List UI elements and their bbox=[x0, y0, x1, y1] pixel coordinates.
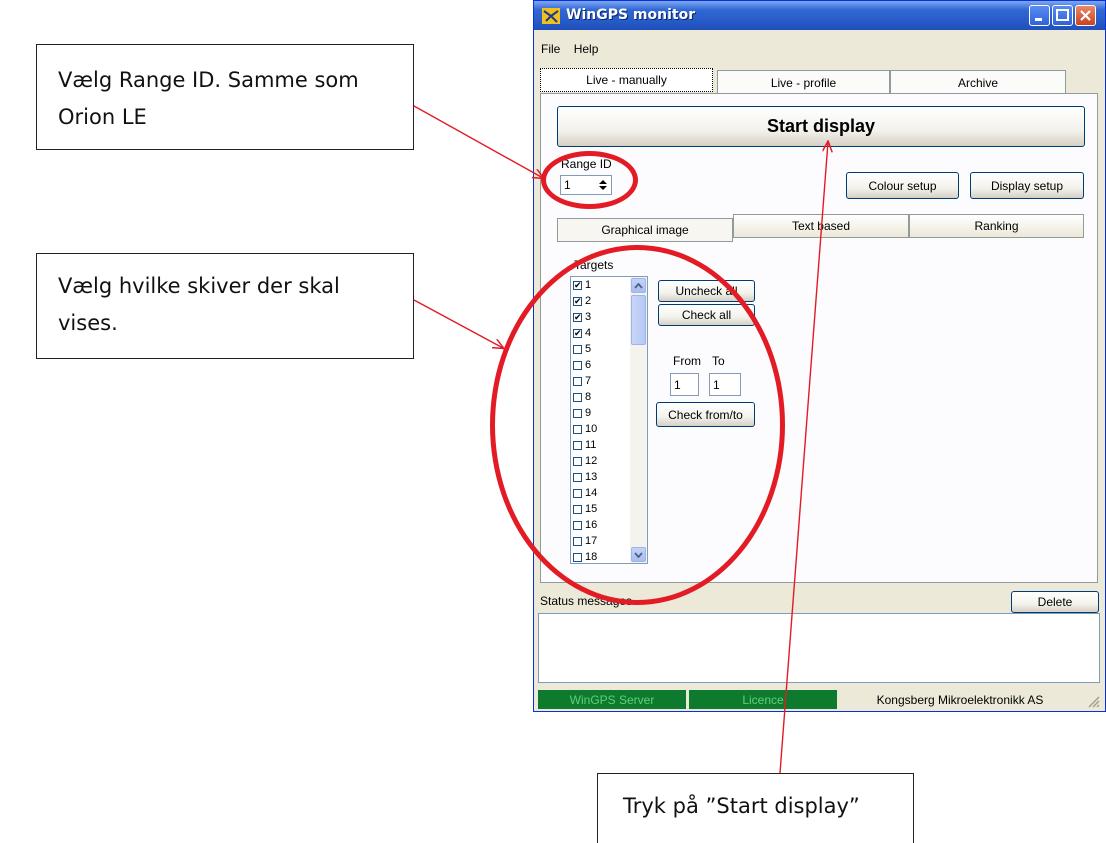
arrow-to-targets bbox=[413, 299, 503, 348]
annotation-arrows bbox=[413, 105, 1106, 774]
arrow-to-range-id bbox=[413, 105, 543, 178]
arrow-to-start-display bbox=[779, 142, 828, 774]
